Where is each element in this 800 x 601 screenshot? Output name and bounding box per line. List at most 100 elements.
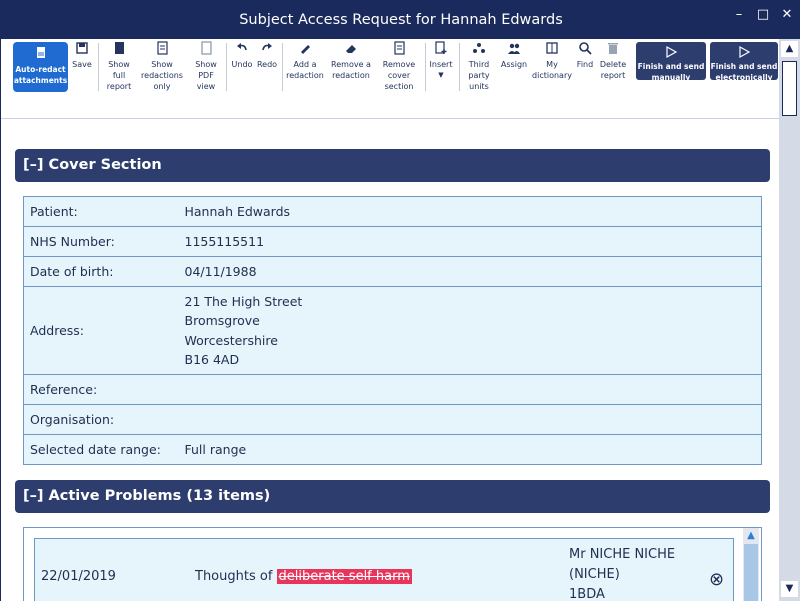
third-party-units-label: Third party units: [468, 60, 490, 91]
chevron-down-icon: ▼: [438, 71, 444, 79]
toolbar: Auto-redact attachments Save Show full r…: [1, 39, 800, 119]
field-label: Selected date range:: [23, 434, 179, 465]
assign-button[interactable]: Assign: [498, 41, 530, 70]
address-line: Worcestershire: [184, 332, 278, 348]
remove-redaction-label: Remove a redaction: [331, 60, 371, 80]
show-full-report-label: Show full report: [106, 60, 132, 91]
main-scrollbar[interactable]: ▲ ▼: [779, 39, 800, 601]
toolbar-divider: [226, 43, 227, 91]
trash-icon: [608, 43, 618, 54]
delete-report-button[interactable]: Delete report: [597, 41, 629, 81]
toolbar-divider: [425, 43, 426, 91]
insert-icon: [435, 41, 447, 54]
delete-report-label: Delete report: [599, 60, 627, 80]
scroll-up-icon[interactable]: ▲: [744, 530, 758, 542]
finish-send-electronically-button[interactable]: Finish and send electronically: [710, 42, 778, 82]
network-icon: [473, 43, 485, 53]
inner-scrollbar[interactable]: ▲: [743, 528, 759, 601]
insert-dropdown[interactable]: Insert ▼: [428, 41, 454, 81]
field-value: Full range: [178, 434, 762, 465]
field-value: Hannah Edwards: [178, 196, 762, 227]
find-label: Find: [576, 60, 594, 69]
cover-table: Patient: Hannah Edwards NHS Number: 1155…: [23, 196, 762, 465]
search-icon: [579, 42, 592, 55]
author-line: 1BDA: [569, 587, 605, 601]
address-line: B16 4AD: [184, 352, 240, 367]
close-button[interactable]: ✕: [777, 7, 797, 22]
field-label: Date of birth:: [23, 256, 179, 287]
field-label: NHS Number:: [23, 226, 179, 257]
pdf-icon: [201, 41, 212, 55]
my-dictionary-button[interactable]: My dictionary: [530, 41, 574, 81]
show-pdf-view-button[interactable]: Show PDF view: [189, 41, 223, 92]
field-label: Organisation:: [23, 404, 179, 435]
report-icon: [115, 42, 124, 54]
redo-button[interactable]: Redo: [255, 41, 279, 70]
redactions-list-icon: [157, 41, 168, 55]
remove-redaction-button[interactable]: Remove a redaction: [329, 41, 373, 81]
show-redactions-only-button[interactable]: Show redactions only: [139, 41, 185, 92]
book-icon: [546, 42, 558, 54]
address-value: 21 The High Street Bromsgrove Worcesters…: [178, 286, 762, 375]
field-label: Reference:: [23, 374, 179, 405]
minimize-button[interactable]: –: [729, 7, 749, 22]
list-item[interactable]: 22/01/2019 Thoughts of deliberate self h…: [34, 538, 734, 601]
table-row: Reference:: [23, 374, 762, 405]
active-problems-header[interactable]: [–] Active Problems (13 items): [15, 480, 770, 513]
cover-section-header[interactable]: [–] Cover Section: [15, 149, 770, 182]
save-icon: [76, 42, 88, 54]
save-button[interactable]: Save: [70, 41, 94, 70]
field-label: Address:: [23, 286, 179, 375]
window-title: Subject Access Request for Hannah Edward…: [239, 12, 563, 28]
show-full-report-button[interactable]: Show full report: [103, 41, 135, 92]
finish-manually-label: Finish and send manually: [637, 62, 705, 82]
field-value: [178, 404, 762, 435]
field-value: 04/11/1988: [178, 256, 762, 287]
my-dictionary-label: My dictionary: [532, 60, 572, 80]
remove-cover-section-label: Remove cover section: [382, 60, 416, 91]
table-row: Date of birth: 04/11/1988: [23, 256, 762, 287]
problems-list: 22/01/2019 Thoughts of deliberate self h…: [23, 527, 762, 601]
assign-label: Assign: [500, 60, 528, 69]
problem-description: Thoughts of deliberate self harm: [195, 569, 412, 584]
document-edit-icon: [36, 47, 45, 58]
scroll-thumb[interactable]: [744, 544, 758, 601]
toolbar-divider: [98, 43, 99, 91]
auto-redact-label: Auto-redact attachments: [13, 65, 68, 85]
scroll-up-icon[interactable]: ▲: [781, 41, 798, 57]
toolbar-divider: [459, 43, 460, 91]
author-line: (NICHE): [569, 567, 620, 582]
save-label: Save: [72, 60, 92, 69]
toolbar-divider: [282, 43, 283, 91]
table-row: NHS Number: 1155115511: [23, 226, 762, 257]
remove-item-icon[interactable]: ⊗: [709, 569, 724, 590]
undo-button[interactable]: Undo: [230, 41, 254, 70]
send-icon: [739, 45, 751, 59]
finish-electronically-label: Finish and send electronically: [710, 62, 778, 82]
add-redaction-label: Add a redaction: [286, 60, 324, 80]
auto-redact-button[interactable]: Auto-redact attachments: [13, 42, 68, 92]
problem-date: 22/01/2019: [41, 569, 116, 584]
scroll-thumb[interactable]: [782, 61, 797, 116]
sar-window: Subject Access Request for Hannah Edward…: [0, 0, 800, 601]
remove-cover-section-button[interactable]: Remove cover section: [377, 41, 421, 92]
cover-section-title: [–] Cover Section: [23, 157, 162, 173]
field-label: Patient:: [23, 196, 179, 227]
address-line: Bromsgrove: [184, 313, 260, 328]
send-icon: [666, 45, 678, 59]
finish-send-manually-button[interactable]: Finish and send manually: [636, 42, 706, 82]
scroll-down-icon[interactable]: ▼: [781, 581, 798, 597]
field-value: 1155115511: [178, 226, 762, 257]
show-pdf-view-label: Show PDF view: [195, 60, 217, 91]
redacted-text[interactable]: deliberate self harm: [276, 569, 412, 584]
table-row: Patient: Hannah Edwards: [23, 196, 762, 227]
third-party-units-button[interactable]: Third party units: [463, 41, 495, 92]
undo-icon: [237, 43, 247, 51]
field-value: [178, 374, 762, 405]
eraser-icon: [346, 45, 356, 53]
maximize-button[interactable]: □: [753, 7, 773, 22]
find-button[interactable]: Find: [575, 41, 595, 70]
people-icon: [508, 43, 520, 54]
add-redaction-button[interactable]: Add a redaction: [285, 41, 325, 81]
table-row: Organisation:: [23, 404, 762, 435]
